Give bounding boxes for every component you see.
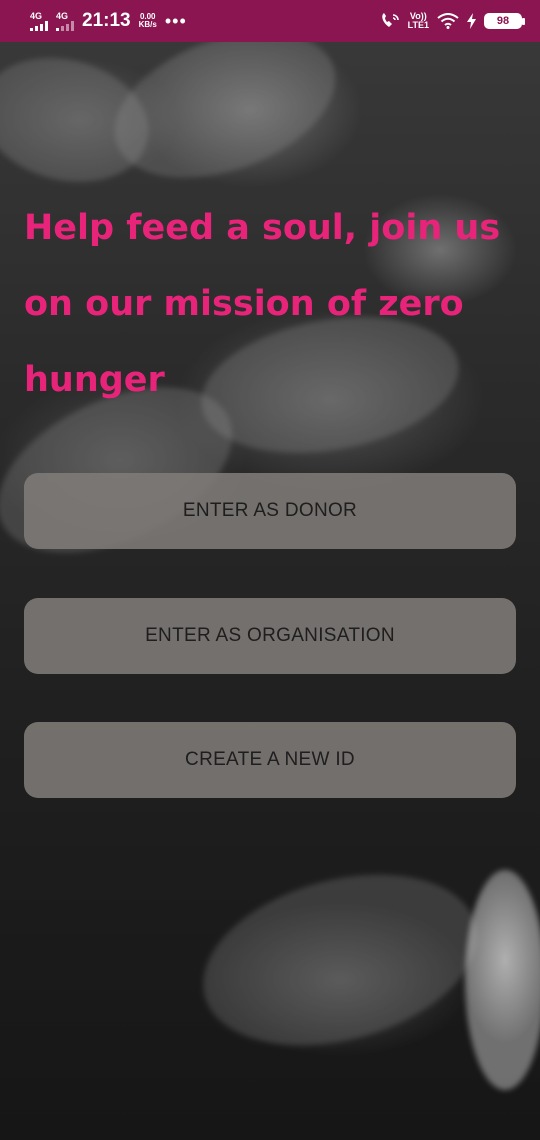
network-speed: 0.00 KB/s (138, 12, 157, 30)
background-hands-image (0, 40, 163, 200)
battery-level: 98 (496, 15, 510, 27)
signal-bars-1-icon (30, 20, 48, 31)
volte-indicator: Vo)) LTE1 (408, 12, 429, 30)
more-notifications-icon: ••• (164, 10, 187, 31)
signal-bars-2-icon (56, 20, 74, 31)
status-bar-right: Vo)) LTE1 98 (380, 12, 525, 30)
background-hands-image (184, 846, 496, 1074)
network-speed-unit: KB/s (138, 20, 157, 29)
enter-as-donor-button[interactable]: ENTER AS DONOR (24, 473, 516, 549)
status-bar: 4G 4G 21:13 0.00 KB/s ••• Vo)) LTE1 98 (0, 0, 540, 42)
charging-icon (467, 13, 476, 29)
mission-headline: Help feed a soul, join us on our mission… (24, 208, 501, 400)
clock: 21:13 (82, 10, 131, 31)
lte-label: LTE1 (407, 20, 429, 30)
network-type-2: 4G (56, 10, 69, 21)
background-hands-image (465, 870, 540, 1090)
signal-2: 4G (56, 10, 74, 31)
network-type-1: 4G (30, 10, 43, 21)
enter-as-organisation-button[interactable]: ENTER AS ORGANISATION (24, 598, 516, 674)
signal-1: 4G (30, 10, 48, 31)
wifi-calling-icon (381, 13, 399, 27)
status-bar-left: 4G 4G 21:13 0.00 KB/s ••• (30, 10, 187, 32)
create-new-id-button[interactable]: CREATE A NEW ID (24, 722, 516, 798)
wifi-icon (437, 13, 459, 29)
battery-icon: 98 (484, 13, 525, 29)
app-screen: 4G 4G 21:13 0.00 KB/s ••• Vo)) LTE1 98 H… (0, 0, 540, 1140)
